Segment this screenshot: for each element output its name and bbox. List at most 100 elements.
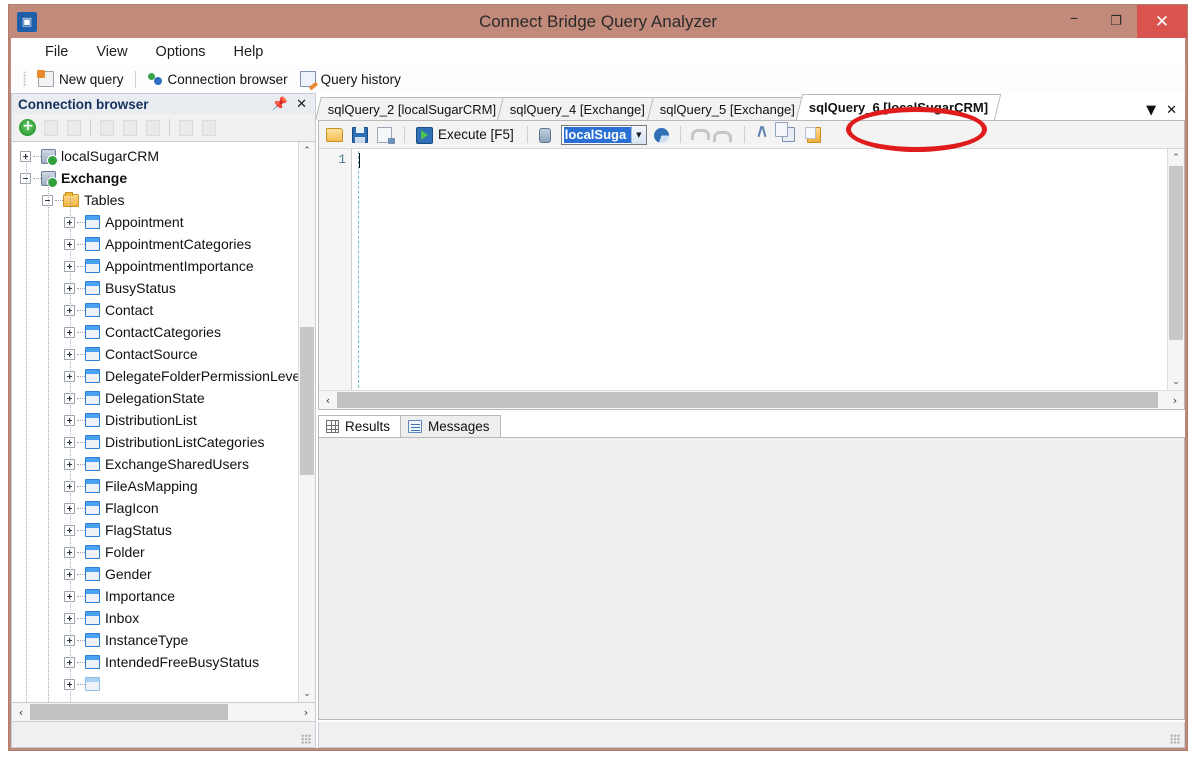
tree-node[interactable]: AppointmentImportance bbox=[12, 255, 298, 277]
tree-node[interactable]: BusyStatus bbox=[12, 277, 298, 299]
tree-vertical-scrollbar[interactable]: ⌃ ⌄ bbox=[298, 142, 315, 702]
scroll-up-icon[interactable]: ⌃ bbox=[299, 142, 315, 159]
connection-browser-header: Connection browser 📌 ✕ bbox=[11, 93, 316, 114]
tree-scroll-track[interactable] bbox=[299, 159, 315, 685]
undo-icon[interactable] bbox=[689, 124, 711, 146]
export-icon[interactable] bbox=[143, 118, 163, 138]
scroll-right-icon[interactable]: › bbox=[1166, 391, 1184, 409]
save-icon[interactable] bbox=[349, 124, 371, 146]
query-history-button[interactable]: Query history bbox=[294, 70, 407, 88]
tree-node[interactable]: Folder bbox=[12, 541, 298, 563]
new-query-button[interactable]: New query bbox=[32, 70, 130, 88]
copy-object-icon[interactable] bbox=[120, 118, 140, 138]
tree-horizontal-scrollbar[interactable]: ‹ › bbox=[11, 703, 316, 722]
connection-browser-button[interactable]: Connection browser bbox=[141, 70, 294, 88]
tree-node[interactable]: IntendedFreeBusyStatus bbox=[12, 651, 298, 673]
delete-icon[interactable] bbox=[64, 118, 84, 138]
results-grid[interactable] bbox=[318, 437, 1185, 720]
tree-node[interactable]: DelegateFolderPermissionLeve bbox=[12, 365, 298, 387]
tab-messages[interactable]: Messages bbox=[400, 415, 501, 437]
tree-node[interactable]: FileAsMapping bbox=[12, 475, 298, 497]
tree-node[interactable]: DistributionListCategories bbox=[12, 431, 298, 453]
editor-vertical-scrollbar[interactable]: ⌃ ⌄ bbox=[1167, 149, 1184, 390]
script-icon[interactable] bbox=[97, 118, 117, 138]
tree-node[interactable]: Gender bbox=[12, 563, 298, 585]
tree-node[interactable]: DelegationState bbox=[12, 387, 298, 409]
tree-connector bbox=[77, 331, 85, 333]
close-button[interactable]: ✕ bbox=[1137, 5, 1187, 38]
editor-hscroll-track[interactable] bbox=[337, 391, 1166, 409]
editor-vscroll-thumb[interactable] bbox=[1169, 166, 1183, 340]
tree-node[interactable]: ContactSource bbox=[12, 343, 298, 365]
scroll-left-icon[interactable]: ‹ bbox=[319, 391, 337, 409]
refresh-connection-icon[interactable] bbox=[650, 124, 672, 146]
pin-icon[interactable]: 📌 bbox=[272, 98, 288, 111]
menu-item-file[interactable]: File bbox=[31, 42, 82, 62]
close-icon[interactable]: ✕ bbox=[1166, 104, 1177, 117]
menu-item-view[interactable]: View bbox=[82, 42, 141, 62]
tab-results[interactable]: Results bbox=[318, 415, 402, 437]
tree-node[interactable]: ExchangeSharedUsers bbox=[12, 453, 298, 475]
connection-tree[interactable]: localSugarCRM Exchange Tables Appointment Ap… bbox=[12, 142, 298, 702]
collapse-icon[interactable] bbox=[199, 118, 219, 138]
tree-node-label: DistributionListCategories bbox=[105, 434, 265, 450]
tree-node[interactable] bbox=[12, 673, 298, 695]
tree-connector bbox=[77, 375, 85, 377]
tree-scroll-thumb[interactable] bbox=[300, 327, 314, 475]
tab-sqlquery-4[interactable]: sqlQuery_4 [Exchange] bbox=[497, 97, 659, 120]
tree-hscroll-thumb[interactable] bbox=[30, 704, 228, 720]
menu-item-help[interactable]: Help bbox=[220, 42, 278, 62]
tree-node[interactable]: Appointment bbox=[12, 211, 298, 233]
tree-node[interactable]: Inbox bbox=[12, 607, 298, 629]
add-circle-icon[interactable] bbox=[18, 118, 38, 138]
tree-node[interactable]: ContactCategories bbox=[12, 321, 298, 343]
tree-node-label: Inbox bbox=[105, 610, 140, 626]
execute-button-label[interactable]: Execute [F5] bbox=[438, 127, 519, 142]
tab-sqlquery-5[interactable]: sqlQuery_5 [Exchange] bbox=[646, 97, 808, 120]
paste-icon[interactable] bbox=[803, 124, 825, 146]
open-file-icon[interactable] bbox=[324, 124, 346, 146]
menu-item-options[interactable]: Options bbox=[142, 42, 220, 62]
tree-hscroll-track[interactable] bbox=[30, 703, 297, 721]
editor-horizontal-scrollbar[interactable]: ‹ › bbox=[319, 390, 1184, 409]
tree-node[interactable]: Importance bbox=[12, 585, 298, 607]
code-input[interactable] bbox=[352, 149, 1167, 390]
editor-hscroll-thumb[interactable] bbox=[337, 392, 1158, 408]
save-as-icon[interactable] bbox=[374, 124, 396, 146]
tree-node[interactable]: localSugarCRM bbox=[12, 145, 298, 167]
cut-icon[interactable] bbox=[753, 124, 775, 146]
scroll-down-icon[interactable]: ⌄ bbox=[1168, 373, 1184, 390]
tree-node[interactable]: InstanceType bbox=[12, 629, 298, 651]
connection-select-value[interactable]: localSuga bbox=[563, 126, 631, 143]
tab-sqlquery-2[interactable]: sqlQuery_2 [localSugarCRM] bbox=[315, 97, 510, 120]
chevron-down-icon[interactable]: ▼ bbox=[1146, 104, 1156, 117]
editor-vscroll-track[interactable] bbox=[1168, 166, 1184, 373]
scroll-left-icon[interactable]: ‹ bbox=[12, 703, 30, 721]
toolbar-separator bbox=[90, 119, 91, 136]
toolbar-grip[interactable] bbox=[23, 71, 27, 87]
table-icon bbox=[85, 435, 100, 449]
scroll-up-icon[interactable]: ⌃ bbox=[1168, 149, 1184, 166]
close-icon[interactable]: ✕ bbox=[296, 98, 307, 111]
scroll-down-icon[interactable]: ⌄ bbox=[299, 685, 315, 702]
resize-grip[interactable] bbox=[301, 734, 311, 744]
resize-grip[interactable] bbox=[1170, 734, 1180, 744]
connection-select[interactable]: localSuga ▼ bbox=[560, 124, 647, 145]
tree-node[interactable]: Exchange bbox=[12, 167, 298, 189]
tree-node[interactable]: AppointmentCategories bbox=[12, 233, 298, 255]
redo-icon[interactable] bbox=[714, 124, 736, 146]
tree-node[interactable]: Tables bbox=[12, 189, 298, 211]
tree-node[interactable]: FlagIcon bbox=[12, 497, 298, 519]
minimize-button[interactable]: – bbox=[1053, 5, 1095, 38]
tab-sqlquery-6[interactable]: sqlQuery_6 [localSugarCRM] bbox=[795, 94, 1002, 120]
tree-node[interactable]: FlagStatus bbox=[12, 519, 298, 541]
edit-icon[interactable] bbox=[41, 118, 61, 138]
maximize-button[interactable]: ❐ bbox=[1095, 5, 1137, 38]
refresh-icon[interactable] bbox=[176, 118, 196, 138]
tree-node[interactable]: DistributionList bbox=[12, 409, 298, 431]
copy-icon[interactable] bbox=[778, 124, 800, 146]
scroll-right-icon[interactable]: › bbox=[297, 703, 315, 721]
tree-node[interactable]: Contact bbox=[12, 299, 298, 321]
execute-icon[interactable] bbox=[413, 124, 435, 146]
chevron-down-icon[interactable]: ▼ bbox=[630, 125, 646, 144]
